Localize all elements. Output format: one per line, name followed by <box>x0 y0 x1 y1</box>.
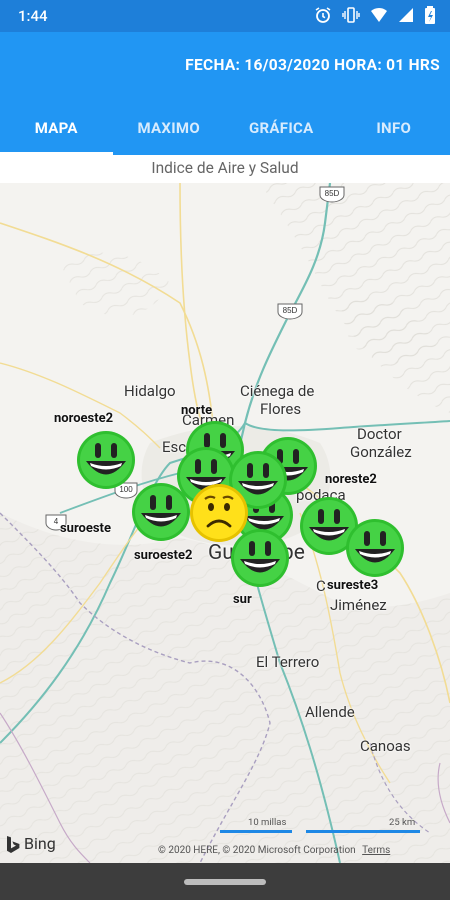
station-marker-obispado[interactable] <box>189 483 249 543</box>
place-doctor: Doctor <box>357 425 402 443</box>
copyright-text: © 2020 HERE, © 2020 Microsoft Corporatio… <box>158 845 356 856</box>
place-gonzalez: González <box>350 443 412 461</box>
place-cienega: Ciénega de <box>240 382 315 400</box>
station-marker-noroeste2[interactable] <box>76 430 136 490</box>
tab-mapa[interactable]: MAPA <box>0 100 113 155</box>
battery-icon <box>425 6 435 24</box>
tab-maximo[interactable]: MAXIMO <box>113 100 226 155</box>
tab-grafica[interactable]: GRÁFICA <box>225 100 338 155</box>
map-subtitle: Indice de Aire y Salud <box>0 155 450 183</box>
bing-label: Bing <box>24 834 56 853</box>
tab-info[interactable]: INFO <box>338 100 450 155</box>
station-marker-suroeste[interactable] <box>131 482 191 542</box>
scale-miles-label: 10 millas <box>248 817 287 828</box>
place-cjimenez: C <box>316 577 326 595</box>
status-bar: 1:44 <box>0 0 450 32</box>
alarm-icon <box>315 7 331 23</box>
date-time-label: FECHA: 16/03/2020 HORA: 01 HRS <box>185 56 440 74</box>
place-el-terrero: El Terrero <box>256 653 320 671</box>
system-nav-bar <box>0 863 450 900</box>
home-gesture-handle[interactable] <box>184 879 266 885</box>
scale-miles-bar <box>220 830 292 833</box>
station-label-sureste3: sureste3 <box>327 578 379 593</box>
route-shield-85d-south-label: 85D <box>283 306 298 315</box>
route-shield-85d: 85D <box>319 186 345 203</box>
place-flores: Flores <box>260 400 302 418</box>
station-label-suroeste2: suroeste2 <box>134 548 193 563</box>
signal-icon <box>399 8 413 22</box>
route-shield-85d-label: 85D <box>325 189 340 198</box>
map-copyright: © 2020 HERE, © 2020 Microsoft Corporatio… <box>158 845 390 856</box>
station-label-norte: norte <box>181 403 213 418</box>
place-allende: Allende <box>305 703 355 721</box>
route-shield-85d-south: 85D <box>277 303 303 320</box>
status-icons <box>314 6 436 24</box>
place-jimenez: Jiménez <box>330 596 387 614</box>
station-label-noreste2: noreste2 <box>325 472 377 487</box>
route-shield-4-label: 4 <box>54 517 59 526</box>
tab-bar: MAPA MAXIMO GRÁFICA INFO <box>0 100 450 155</box>
station-label-sur: sur <box>233 592 252 607</box>
bing-logo-icon <box>7 835 20 853</box>
bing-attribution: Bing <box>6 834 56 853</box>
terms-link[interactable]: Terms <box>362 845 390 856</box>
vibrate-icon <box>342 7 360 23</box>
place-canoas: Canoas <box>360 737 411 755</box>
scale-km-label: 25 km <box>389 817 416 828</box>
place-hidalgo: Hidalgo <box>124 382 176 400</box>
station-marker-sureste3[interactable] <box>345 518 405 578</box>
status-time: 1:44 <box>18 7 48 25</box>
wifi-icon <box>371 7 387 22</box>
station-label-noroeste2: noroeste2 <box>54 411 114 426</box>
app-header: FECHA: 16/03/2020 HORA: 01 HRS <box>0 32 450 100</box>
map-view[interactable]: 85D 85D 100 4 Hidalgo Ciénega de Flores … <box>0 183 450 863</box>
scale-km-bar <box>306 830 420 833</box>
station-label-suroeste: suroeste <box>60 521 111 536</box>
